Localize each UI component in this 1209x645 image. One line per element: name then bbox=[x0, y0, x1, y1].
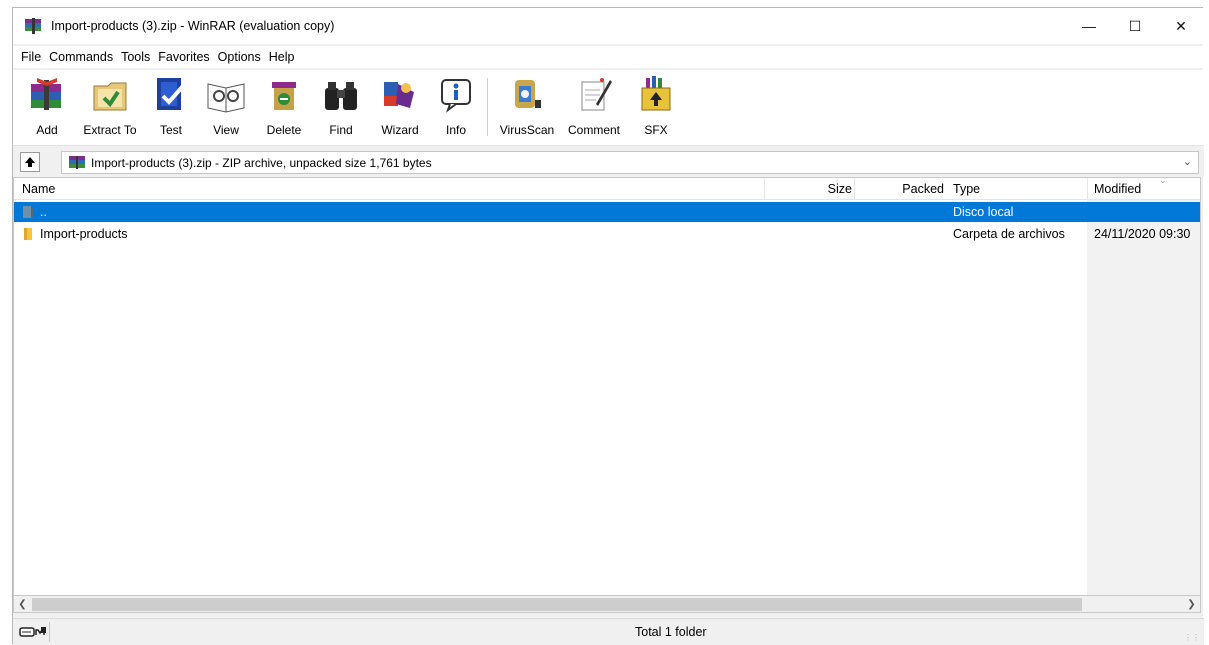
table-row[interactable]: .. Disco local bbox=[14, 202, 1200, 222]
row-name: Import-products bbox=[40, 227, 128, 241]
minimize-button[interactable]: — bbox=[1066, 8, 1112, 44]
delete-icon bbox=[264, 74, 304, 114]
drive-status-icon bbox=[19, 625, 47, 639]
file-list: Name Size Packed Type Modified ⌄ .. Disc… bbox=[13, 177, 1201, 596]
virusscan-button[interactable]: VirusScan bbox=[494, 70, 560, 146]
menu-help[interactable]: Help bbox=[265, 50, 299, 64]
add-button[interactable]: Add bbox=[19, 70, 75, 146]
wizard-button[interactable]: Wizard bbox=[369, 70, 431, 146]
status-text: Total 1 folder bbox=[635, 625, 707, 639]
address-field[interactable]: Import-products (3).zip - ZIP archive, u… bbox=[61, 151, 1199, 174]
add-archive-icon bbox=[27, 74, 67, 114]
test-icon bbox=[151, 74, 191, 114]
column-header-name[interactable]: Name bbox=[22, 178, 55, 200]
list-header: Name Size Packed Type Modified ⌄ bbox=[14, 177, 1200, 200]
add-label: Add bbox=[36, 123, 58, 137]
table-row[interactable]: Import-products Carpeta de archivos 24/1… bbox=[14, 224, 1200, 244]
row-modified: 24/11/2020 09:30 bbox=[1094, 227, 1191, 241]
extract-to-icon bbox=[90, 74, 130, 114]
virusscan-icon bbox=[507, 74, 547, 114]
delete-label: Delete bbox=[266, 123, 302, 137]
extract-to-label: Extract To bbox=[83, 123, 137, 137]
scroll-right-icon[interactable]: ❯ bbox=[1183, 596, 1200, 613]
row-type: Disco local bbox=[953, 205, 1014, 219]
up-one-level-button[interactable] bbox=[20, 152, 40, 172]
delete-button[interactable]: Delete bbox=[255, 70, 313, 146]
toolbar-separator bbox=[487, 78, 488, 136]
sfx-icon bbox=[636, 74, 676, 114]
window-title: Import-products (3).zip - WinRAR (evalua… bbox=[51, 19, 335, 33]
address-path: Import-products (3).zip - ZIP archive, u… bbox=[91, 155, 432, 170]
wizard-icon bbox=[380, 74, 420, 114]
find-button[interactable]: Find bbox=[313, 70, 369, 146]
comment-button[interactable]: Comment bbox=[560, 70, 628, 146]
scrollbar-thumb[interactable] bbox=[32, 598, 1082, 611]
test-label: Test bbox=[159, 123, 182, 137]
winrar-app-icon bbox=[23, 18, 43, 34]
view-button[interactable]: View bbox=[197, 70, 255, 146]
maximize-button[interactable]: ☐ bbox=[1112, 8, 1158, 44]
wizard-label: Wizard bbox=[381, 123, 419, 137]
comment-icon bbox=[574, 74, 614, 114]
view-icon bbox=[206, 74, 246, 114]
column-header-type[interactable]: Type bbox=[953, 178, 980, 200]
menu-options[interactable]: Options bbox=[214, 50, 265, 64]
menu-tools[interactable]: Tools bbox=[117, 50, 154, 64]
menu-bar: File Commands Tools Favorites Options He… bbox=[13, 46, 1204, 68]
column-header-modified[interactable]: Modified bbox=[1094, 178, 1141, 200]
status-separator bbox=[49, 622, 50, 642]
zip-archive-icon bbox=[68, 156, 86, 169]
address-bar: Import-products (3).zip - ZIP archive, u… bbox=[13, 147, 1204, 177]
info-label: Info bbox=[445, 123, 466, 137]
view-label: View bbox=[213, 123, 239, 137]
extract-to-button[interactable]: Extract To bbox=[75, 70, 145, 146]
winrar-window: Import-products (3).zip - WinRAR (evalua… bbox=[12, 7, 1204, 645]
scroll-left-icon[interactable]: ❮ bbox=[14, 596, 31, 613]
sort-indicator-icon: ⌄ bbox=[1159, 177, 1167, 185]
menu-favorites[interactable]: Favorites bbox=[154, 50, 213, 64]
menu-file[interactable]: File bbox=[17, 50, 45, 64]
column-header-packed[interactable]: Packed bbox=[854, 178, 944, 200]
title-bar: Import-products (3).zip - WinRAR (evalua… bbox=[13, 8, 1204, 44]
row-type: Carpeta de archivos bbox=[953, 227, 1065, 241]
toolbar: Add Extract To Test View Delete Find Wiz… bbox=[13, 70, 1204, 146]
chevron-down-icon[interactable]: ⌄ bbox=[1183, 155, 1192, 168]
comment-label: Comment bbox=[567, 123, 620, 137]
sfx-label: SFX bbox=[644, 123, 668, 137]
horizontal-scrollbar[interactable]: ❮ ❯ bbox=[13, 596, 1201, 613]
status-bar: Total 1 folder ⋮⋮ bbox=[13, 618, 1204, 645]
find-binoculars-icon bbox=[321, 74, 361, 114]
virusscan-label: VirusScan bbox=[499, 123, 555, 137]
info-icon bbox=[436, 74, 476, 114]
column-header-size[interactable]: Size bbox=[764, 178, 852, 200]
find-label: Find bbox=[329, 123, 353, 137]
folder-icon bbox=[22, 224, 34, 244]
column-divider bbox=[1087, 178, 1088, 200]
up-arrow-icon bbox=[25, 157, 35, 167]
sfx-button[interactable]: SFX bbox=[628, 70, 684, 146]
close-button[interactable]: ✕ bbox=[1158, 8, 1204, 44]
menu-commands[interactable]: Commands bbox=[45, 50, 117, 64]
resize-grip-icon[interactable]: ⋮⋮ bbox=[1184, 633, 1200, 642]
parent-folder-icon bbox=[22, 202, 34, 222]
info-button[interactable]: Info bbox=[431, 70, 481, 146]
test-button[interactable]: Test bbox=[145, 70, 197, 146]
row-name: .. bbox=[40, 205, 47, 219]
